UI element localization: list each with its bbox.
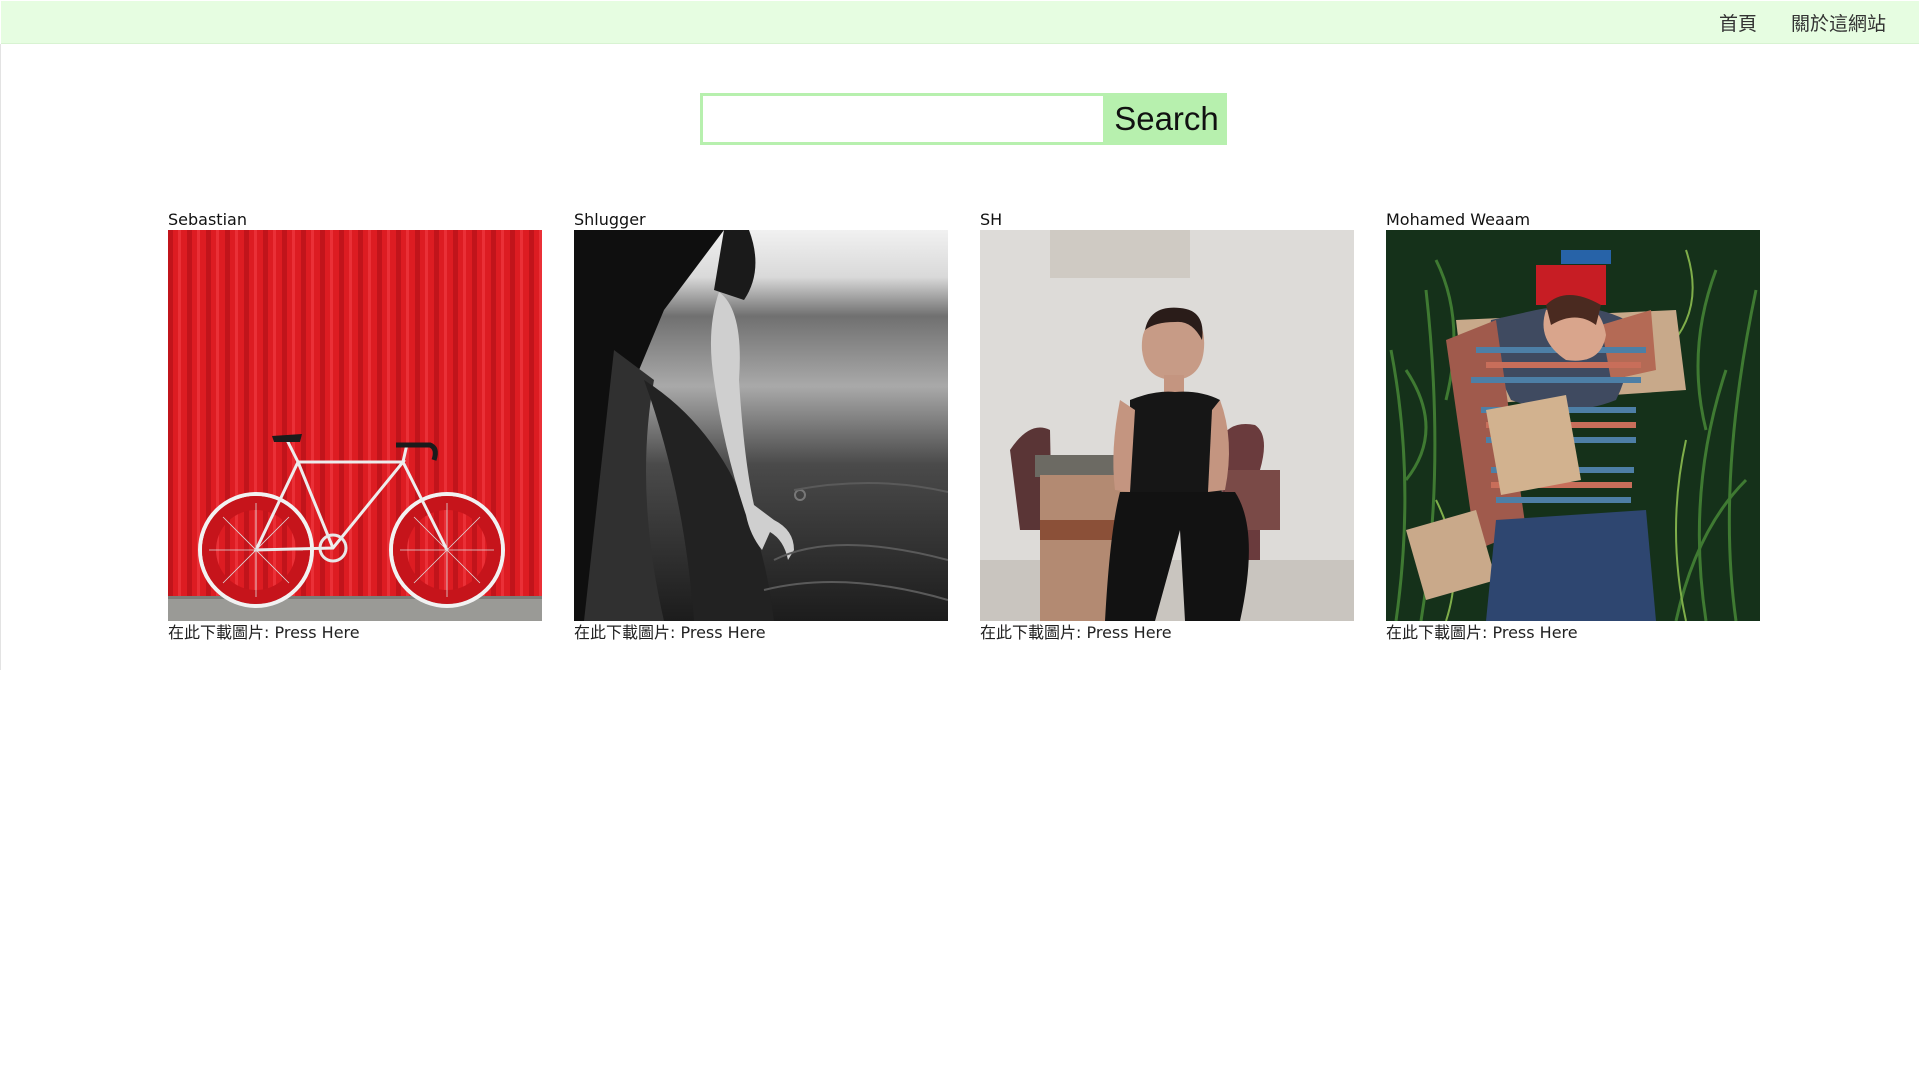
download-caption-label: 在此下載圖片: bbox=[1386, 623, 1493, 642]
photo-bw-hand-water[interactable] bbox=[574, 230, 948, 621]
nav-links: 首頁 關於這網站 bbox=[1719, 13, 1886, 35]
photo-caption: 在此下載圖片: Press Here bbox=[1386, 622, 1760, 644]
photo-card: SH 在此下載圖片: Press Here bbox=[980, 210, 1354, 644]
photo-author: Sebastian bbox=[168, 210, 247, 229]
photo-caption: 在此下載圖片: Press Here bbox=[574, 622, 948, 644]
download-link[interactable]: Press Here bbox=[680, 623, 765, 642]
nav-about-link[interactable]: 關於這網站 bbox=[1791, 13, 1886, 35]
photo-caption: 在此下載圖片: Press Here bbox=[980, 622, 1354, 644]
download-caption-label: 在此下載圖片: bbox=[980, 623, 1087, 642]
photo-card: Shlugger 在此下載圖片: Press Here bbox=[574, 210, 948, 644]
search-form: Search bbox=[700, 93, 1227, 145]
photo-card: Mohamed Weaam 在此下載圖片: Press Here bbox=[1386, 210, 1760, 644]
photo-author: SH bbox=[980, 210, 1003, 229]
download-link[interactable]: Press Here bbox=[274, 623, 359, 642]
download-link[interactable]: Press Here bbox=[1086, 623, 1171, 642]
photo-card: Sebastian 在此下載圖片: Press Here bbox=[168, 210, 542, 644]
nav-home-link[interactable]: 首頁 bbox=[1719, 13, 1757, 35]
download-caption-label: 在此下載圖片: bbox=[574, 623, 681, 642]
photo-caption: 在此下載圖片: Press Here bbox=[168, 622, 542, 644]
photo-image bbox=[574, 230, 948, 621]
photo-image bbox=[980, 230, 1354, 621]
photo-red-wall-bicycle[interactable] bbox=[168, 230, 542, 621]
photo-image bbox=[168, 230, 542, 621]
photo-image bbox=[1386, 230, 1760, 621]
photo-author: Mohamed Weaam bbox=[1386, 210, 1531, 229]
top-navbar: 首頁 關於這網站 bbox=[1, 1, 1919, 44]
download-caption-label: 在此下載圖片: bbox=[168, 623, 275, 642]
photo-woman-seated[interactable] bbox=[980, 230, 1354, 621]
search-button[interactable]: Search bbox=[1106, 93, 1227, 145]
photo-man-in-grass[interactable] bbox=[1386, 230, 1760, 621]
page-frame-line bbox=[0, 44, 1, 670]
search-input[interactable] bbox=[700, 93, 1106, 145]
photo-author: Shlugger bbox=[574, 210, 646, 229]
download-link[interactable]: Press Here bbox=[1492, 623, 1577, 642]
